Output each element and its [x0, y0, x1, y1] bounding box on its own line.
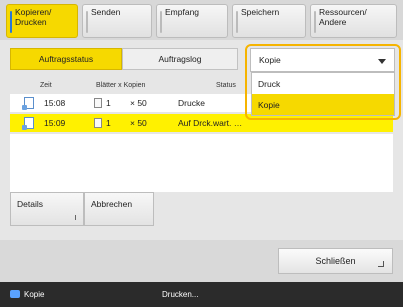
details-button-label: Details	[17, 199, 43, 209]
tab-auftragsstatus[interactable]: Auftragsstatus	[10, 48, 122, 70]
status-bar: Kopie Drucken...	[0, 282, 403, 307]
tab-indicator	[160, 11, 162, 33]
printer-icon	[10, 290, 20, 298]
dropdown-option-label: Druck	[258, 78, 281, 89]
chevron-down-icon	[378, 59, 386, 64]
status-left-text: Kopie	[24, 290, 45, 299]
tab-indicator	[314, 11, 316, 33]
document-icon	[22, 114, 34, 132]
close-button-label: Schließen	[315, 256, 356, 266]
dropdown-option-kopie[interactable]: Kopie	[252, 94, 394, 115]
row-sheets: 1	[106, 118, 111, 128]
tab-label-line1: Empfang	[165, 7, 200, 17]
document-icon-shape	[22, 117, 34, 130]
job-list-empty-area	[10, 134, 393, 192]
row-copies: × 50	[130, 98, 147, 108]
sheets-icon-shape	[94, 118, 102, 128]
dropdown-menu: Druck Kopie	[251, 72, 395, 116]
tab-auftragslog-label: Auftragslog	[158, 54, 202, 64]
column-header-time: Zeit	[40, 82, 52, 89]
tab-label-line2: Andere	[319, 17, 347, 27]
tab-indicator	[236, 11, 238, 33]
tab-label-line1: Speichern	[241, 7, 280, 17]
row-status: Auf Drck.wart. …	[178, 118, 243, 128]
dropdown-selected-value: Kopie	[259, 55, 281, 65]
row-status: Drucke	[178, 98, 205, 108]
dropdown-option-druck[interactable]: Druck	[252, 73, 394, 94]
sheets-icon	[94, 114, 102, 132]
cancel-button-label: Abbrechen	[91, 199, 133, 209]
tab-label-line1: Ressourcen/	[319, 7, 367, 17]
column-header-sheets-copies: Blätter x Kopien	[96, 82, 146, 89]
tab-label-line1: Kopieren/	[15, 7, 52, 17]
column-header-status: Status	[216, 82, 236, 89]
close-button[interactable]: Schließen	[278, 248, 393, 274]
top-tab-bar: Kopieren/ Drucken Senden Empfang Speiche…	[0, 0, 403, 40]
return-icon	[378, 261, 384, 267]
status-mid-text: Drucken...	[162, 290, 199, 299]
document-icon-shape	[22, 97, 34, 110]
row-time: 15:08	[44, 98, 66, 108]
dropdown-option-label: Kopie	[258, 99, 280, 110]
tab-senden[interactable]: Senden	[82, 4, 152, 38]
job-type-dropdown[interactable]: Kopie	[250, 48, 395, 72]
row-time: 15:09	[44, 118, 66, 128]
tab-ressourcen-andere[interactable]: Ressourcen/ Andere	[310, 4, 397, 38]
sheets-icon-shape	[94, 98, 102, 108]
tab-kopieren-drucken[interactable]: Kopieren/ Drucken	[6, 4, 78, 38]
row-sheets: 1	[106, 98, 111, 108]
document-icon	[22, 94, 34, 112]
table-header: Zeit Blätter x Kopien Status	[10, 82, 250, 94]
bottom-action-bar: Schließen	[0, 240, 403, 282]
tab-empfang[interactable]: Empfang	[156, 4, 228, 38]
row-copies: × 50	[130, 118, 147, 128]
tab-auftragslog[interactable]: Auftragslog	[122, 48, 238, 70]
tab-indicator	[86, 11, 88, 33]
tab-label-line1: Senden	[91, 7, 121, 17]
expand-indicator-icon	[75, 215, 78, 220]
sheets-icon	[94, 94, 102, 112]
tab-auftragsstatus-label: Auftragsstatus	[38, 54, 94, 64]
cancel-button[interactable]: Abbrechen	[84, 192, 154, 226]
tab-speichern[interactable]: Speichern	[232, 4, 306, 38]
details-button[interactable]: Details	[10, 192, 84, 226]
tab-label-line2: Drucken	[15, 17, 47, 27]
tab-indicator	[10, 11, 12, 33]
